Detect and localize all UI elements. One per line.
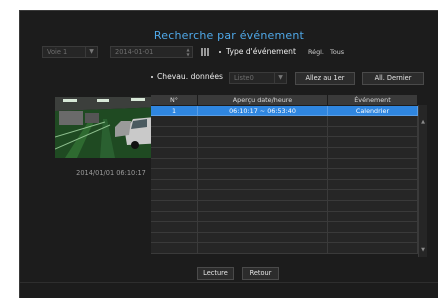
event-search-dialog: Recherche par événement Voie 1 ▼ 2014-01… <box>19 10 438 298</box>
cell-event: Calendrier <box>328 105 418 117</box>
event-type-value: Tous <box>330 48 345 56</box>
overlap-label: Chevau. données <box>157 72 223 81</box>
table-row-empty[interactable] <box>151 179 418 191</box>
header-event: Événement <box>328 95 418 106</box>
header-no: N° <box>151 95 198 106</box>
parking-garage-image <box>55 97 164 158</box>
table-row[interactable]: 1 06:10:17 ~ 06:53:40 Calendrier <box>151 105 418 117</box>
cell-no: 1 <box>151 105 198 117</box>
table-row-empty[interactable] <box>151 116 418 127</box>
go-first-button[interactable]: Allez au 1er <box>295 72 355 85</box>
table-row-empty[interactable] <box>151 158 418 170</box>
table-row-empty[interactable] <box>151 126 418 138</box>
date-field[interactable]: 2014-01-01 ▲ ▼ <box>110 46 193 58</box>
cell-datetime: 06:10:17 ~ 06:53:40 <box>198 105 328 117</box>
scroll-up-icon[interactable]: ▲ <box>419 119 427 125</box>
date-value: 2014-01-01 <box>115 48 154 56</box>
channel-value: Voie 1 <box>47 48 68 56</box>
event-type-label: Type d'événement <box>226 47 296 56</box>
scroll-down-icon[interactable]: ▼ <box>419 247 427 253</box>
camera-preview-image <box>55 97 164 158</box>
footer-divider <box>20 282 438 283</box>
table-row-empty[interactable] <box>151 232 418 244</box>
event-list-table: N° Aperçu date/heure Événement 1 06:10:1… <box>151 95 418 254</box>
play-button[interactable]: Lecture <box>197 267 234 280</box>
table-row-empty[interactable] <box>151 169 418 180</box>
table-row-empty[interactable] <box>151 222 418 233</box>
bullet-icon <box>219 51 221 53</box>
header-datetime: Aperçu date/heure <box>198 95 328 106</box>
bullet-icon <box>151 76 153 78</box>
table-scrollbar[interactable]: ▲ ▼ <box>418 105 427 257</box>
overlap-select[interactable]: Liste0 ▼ <box>229 72 287 84</box>
dialog-title: Recherche par événement <box>153 29 305 42</box>
table-row-empty[interactable] <box>151 190 418 201</box>
dropdown-arrow-icon: ▼ <box>85 47 97 57</box>
table-row-empty[interactable] <box>151 243 418 254</box>
back-button[interactable]: Retour <box>242 267 279 280</box>
go-last-button[interactable]: All. Dernier <box>362 72 424 85</box>
table-row-empty[interactable] <box>151 211 418 223</box>
table-row-empty[interactable] <box>151 147 418 159</box>
overlap-value: Liste0 <box>234 74 254 82</box>
table-row-empty[interactable] <box>151 137 418 148</box>
channel-select[interactable]: Voie 1 ▼ <box>42 46 98 58</box>
dropdown-arrow-icon: ▼ <box>274 73 286 83</box>
date-stepper-icon[interactable]: ▲ ▼ <box>184 47 192 57</box>
settings-button[interactable]: Régl. <box>308 47 324 57</box>
table-row-empty[interactable] <box>151 200 418 212</box>
table-header: N° Aperçu date/heure Événement <box>151 95 418 106</box>
calendar-icon[interactable] <box>201 48 210 57</box>
